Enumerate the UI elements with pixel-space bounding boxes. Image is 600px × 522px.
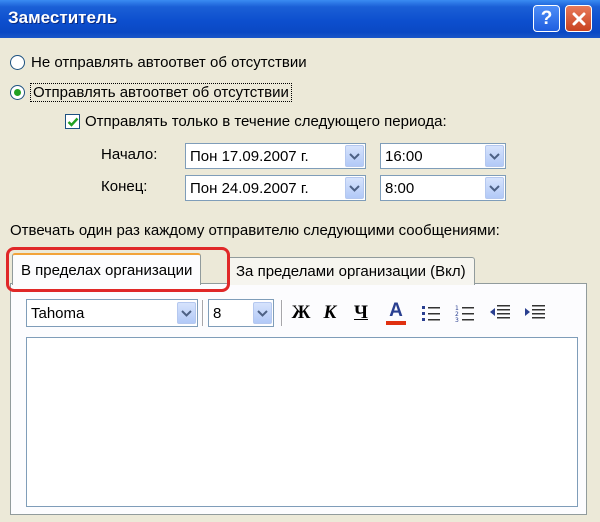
radio-send-reply-label: Отправлять автоответ об отсутствии (30, 82, 292, 102)
chevron-down-icon (257, 309, 268, 317)
underline-button[interactable]: Ч (348, 299, 374, 327)
radio-button[interactable] (10, 84, 25, 100)
radio-no-reply[interactable]: Не отправлять автоответ об отсутствии (10, 51, 307, 73)
start-time-select[interactable]: 16:00 (380, 143, 506, 169)
font-color-icon: A (389, 300, 403, 321)
chevron-down-icon (349, 184, 360, 192)
title-bar: Заместитель ? (0, 0, 600, 38)
svg-text:3: 3 (455, 317, 459, 322)
bold-icon: Ж (291, 302, 311, 323)
numbering-button[interactable]: 1 2 3 (452, 299, 478, 327)
period-checkbox-label: Отправлять только в течение следующего п… (85, 113, 447, 130)
radio-no-reply-label: Не отправлять автоответ об отсутствии (31, 53, 307, 71)
tab-label: В пределах организации (21, 261, 193, 279)
bullets-button[interactable] (418, 299, 444, 327)
bold-button[interactable]: Ж (288, 299, 314, 327)
toolbar-separator (202, 300, 204, 326)
start-time-value: 16:00 (385, 147, 423, 165)
dropdown-button[interactable] (253, 302, 272, 324)
reply-message-editor[interactable] (26, 337, 578, 507)
radio-send-reply[interactable]: Отправлять автоответ об отсутствии (10, 81, 292, 103)
end-label: Конец: (101, 178, 148, 195)
radio-button[interactable] (10, 54, 25, 70)
end-date-value: Пон 24.09.2007 г. (190, 179, 309, 197)
dropdown-button[interactable] (177, 302, 196, 324)
tab-label: За пределами организации (Вкл) (236, 263, 466, 280)
font-color-swatch (386, 321, 406, 325)
underline-icon: Ч (354, 302, 368, 323)
font-value: Tahoma (31, 304, 85, 322)
font-color-button[interactable]: A (383, 299, 409, 327)
end-date-select[interactable]: Пон 24.09.2007 г. (185, 175, 366, 201)
font-size-value: 8 (213, 304, 222, 322)
window-title: Заместитель (8, 8, 118, 27)
out-of-office-dialog: Заместитель ? Не отправлять автоответ об… (0, 0, 600, 522)
font-select[interactable]: Tahoma (26, 299, 198, 327)
start-date-value: Пон 17.09.2007 г. (190, 147, 309, 165)
dropdown-button[interactable] (485, 177, 504, 199)
chevron-down-icon (349, 152, 360, 160)
reply-label: Отвечать один раз каждому отправителю сл… (10, 222, 500, 239)
help-button[interactable]: ? (533, 5, 560, 32)
tab-outside-organization[interactable]: За пределами организации (Вкл) (227, 257, 475, 285)
toolbar-separator (281, 300, 283, 326)
dropdown-button[interactable] (345, 145, 364, 167)
radio-selected-dot (14, 88, 21, 96)
checkmark-icon (67, 117, 78, 127)
help-icon: ? (540, 8, 553, 29)
bullets-icon (422, 306, 440, 321)
close-icon (572, 12, 585, 25)
italic-icon: К (323, 302, 337, 323)
chevron-down-icon (181, 309, 192, 317)
chevron-down-icon (489, 184, 500, 192)
dropdown-button[interactable] (345, 177, 364, 199)
period-checkbox-row[interactable]: Отправлять только в течение следующего п… (65, 113, 447, 130)
increase-indent-icon (525, 305, 545, 319)
start-label: Начало: (101, 146, 158, 163)
decrease-indent-button[interactable] (487, 299, 513, 327)
italic-button[interactable]: К (317, 299, 343, 327)
numbering-icon: 1 2 3 (455, 305, 474, 322)
start-date-select[interactable]: Пон 17.09.2007 г. (185, 143, 366, 169)
dropdown-button[interactable] (485, 145, 504, 167)
tab-inside-organization[interactable]: В пределах организации (12, 253, 202, 285)
end-time-select[interactable]: 8:00 (380, 175, 506, 201)
chevron-down-icon (489, 152, 500, 160)
end-time-value: 8:00 (385, 179, 415, 197)
font-size-select[interactable]: 8 (208, 299, 274, 327)
close-button[interactable] (565, 5, 592, 32)
period-checkbox[interactable] (65, 114, 80, 129)
decrease-indent-icon (490, 305, 510, 319)
increase-indent-button[interactable] (522, 299, 548, 327)
